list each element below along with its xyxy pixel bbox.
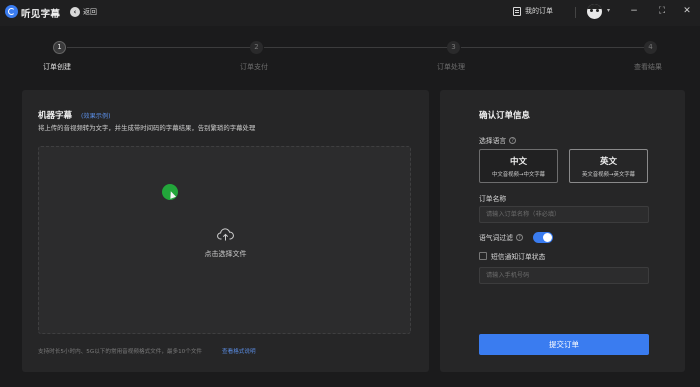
title-bar: 听见字幕 ‹ 返回 我的订单 ▾ − ⛶ ✕ [0,0,700,26]
order-name-input[interactable] [479,206,649,223]
filler-filter-row: 语气词过滤 ? [479,232,523,242]
step-connector [67,47,251,48]
sms-notify-row: 短信通知订单状态 [479,251,545,261]
language-description: 英文音视频→英文字幕 [581,172,636,178]
chevron-down-icon[interactable]: ▾ [607,7,610,14]
language-label-row: 选择语言 ? [479,135,517,145]
sms-notify-checkbox[interactable] [479,252,487,260]
step-2-label: 订单支付 [240,63,268,71]
upload-label: 点击选择文件 [204,250,247,258]
step-4-label: 查看结果 [634,63,662,71]
filler-filter-label: 语气词过滤 [479,234,513,242]
order-info-title: 确认订单信息 [479,111,531,121]
app-name: 听见字幕 [21,9,61,20]
toggle-knob [543,233,552,242]
language-description: 中文音视频→中文字幕 [491,172,546,178]
order-stepper: 1 2 3 4 订单创建 订单支付 订单处理 查看结果 [0,35,700,80]
order-info-panel: 确认订单信息 选择语言 ? 中文 中文音视频→中文字幕 英文 英文音视频→英文字… [440,90,685,372]
panel-title: 机器字幕 [38,111,73,121]
language-label: 选择语言 [479,137,507,145]
avatar-icon[interactable] [587,4,602,19]
step-connector [264,47,448,48]
phone-input[interactable] [479,267,649,284]
app-logo-icon [5,5,18,18]
example-link[interactable]: (效果示例) [81,111,111,120]
step-connector [461,47,645,48]
sms-notify-label: 短信通知订单状态 [491,253,546,261]
order-name-label: 订单名称 [479,195,507,203]
step-1-number: 1 [53,41,66,54]
maximize-button[interactable]: ⛶ [656,5,668,17]
step-2-number: 2 [250,41,263,54]
my-orders-button[interactable]: 我的订单 [513,6,553,16]
language-option-chinese[interactable]: 中文 中文音视频→中文字幕 [479,149,558,183]
back-button[interactable]: ‹ 返回 [70,6,97,18]
upload-note: 支持时长5小时内、5G以下的常用音视频格式文件，最多10个文件 [38,349,203,355]
upload-panel: 机器字幕 (效果示例) 将上传的音视频转为文字，并生成带时间码的字幕结果，告别繁… [22,90,429,372]
back-label: 返回 [83,8,97,16]
help-icon[interactable]: ? [515,233,523,241]
step-4-number: 4 [644,41,657,54]
step-1-label: 订单创建 [43,63,71,71]
my-orders-label: 我的订单 [525,7,553,15]
format-help-link[interactable]: 查看格式说明 [222,347,256,355]
minimize-button[interactable]: − [628,5,640,17]
step-3-number: 3 [447,41,460,54]
help-icon[interactable]: ? [509,136,517,144]
language-name: 英文 [599,157,617,167]
panel-description: 将上传的音视频转为文字，并生成带时间码的字幕结果，告别繁琐的字幕处理 [38,124,256,132]
titlebar-divider [575,7,576,18]
language-option-english[interactable]: 英文 英文音视频→英文字幕 [569,149,648,183]
language-name: 中文 [509,157,527,167]
submit-order-button[interactable]: 提交订单 [479,334,649,355]
back-arrow-icon: ‹ [70,7,80,17]
step-3-label: 订单处理 [437,63,465,71]
cloud-upload-icon [217,228,234,241]
filler-filter-toggle[interactable] [533,232,553,243]
orders-icon [513,6,521,16]
close-button[interactable]: ✕ [681,5,693,17]
file-dropzone[interactable]: 点击选择文件 [38,146,411,334]
